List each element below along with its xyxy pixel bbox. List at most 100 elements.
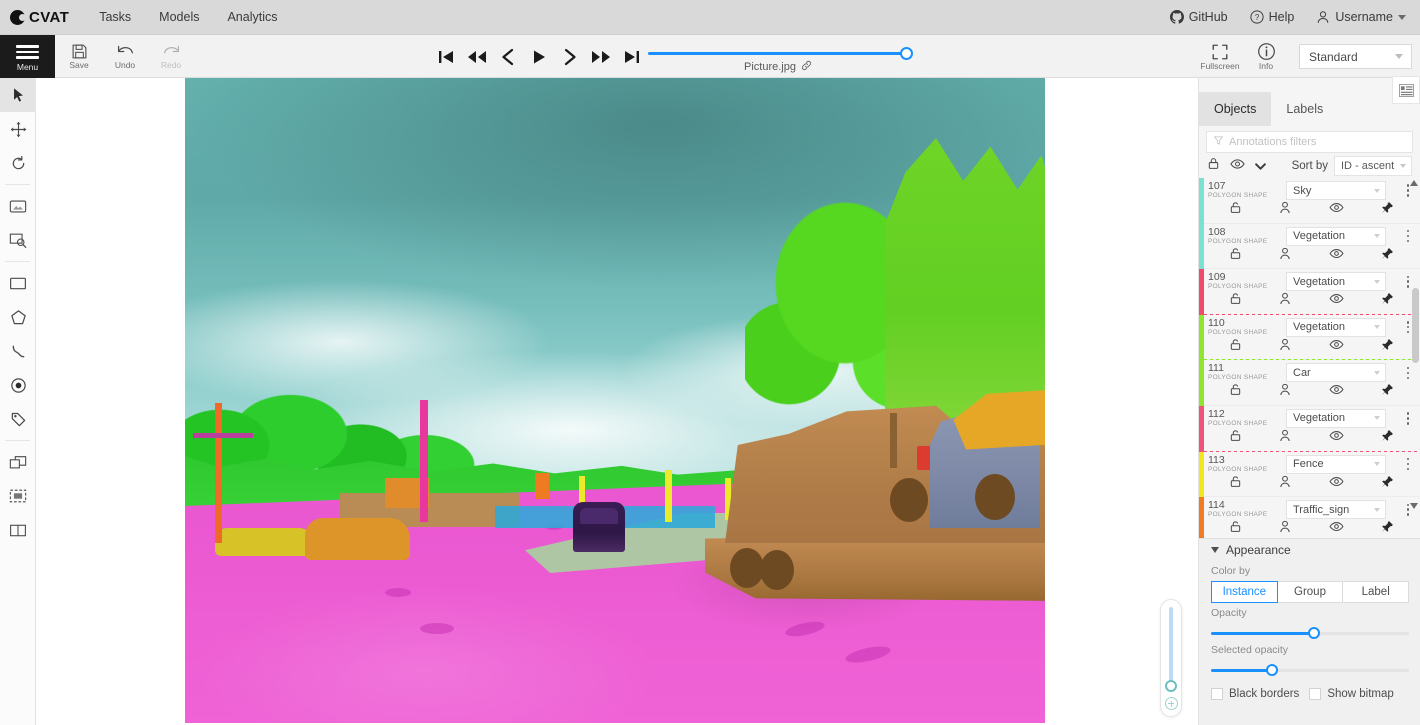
eye-icon[interactable]: [1329, 430, 1344, 441]
scroll-down-icon[interactable]: [1410, 503, 1418, 509]
table-row[interactable]: 110POLYGON SHAPEVegetation: [1199, 315, 1420, 361]
eye-icon[interactable]: [1329, 476, 1344, 487]
table-row[interactable]: 112POLYGON SHAPEVegetation: [1199, 406, 1420, 452]
eye-icon[interactable]: [1329, 202, 1344, 213]
split-tool[interactable]: [0, 513, 36, 547]
unlock-icon[interactable]: [1229, 520, 1242, 533]
pin-icon[interactable]: [1381, 201, 1394, 214]
draw-tag-tool[interactable]: [0, 402, 36, 436]
workspace-select[interactable]: Standard: [1299, 44, 1412, 69]
forward-jump-button[interactable]: [587, 42, 615, 72]
selected-opacity-thumb[interactable]: [1266, 664, 1278, 676]
object-label-select[interactable]: Traffic_sign: [1286, 500, 1386, 519]
segmented-image[interactable]: [185, 78, 1045, 723]
object-label-select[interactable]: Sky: [1286, 181, 1386, 200]
help-link[interactable]: ? Help: [1250, 10, 1295, 24]
person-icon[interactable]: [1279, 338, 1291, 351]
previous-frame-button[interactable]: [494, 42, 522, 72]
unlock-icon[interactable]: [1229, 383, 1242, 396]
eye-icon[interactable]: [1329, 521, 1344, 532]
unlock-icon[interactable]: [1229, 201, 1242, 214]
color-by-instance-button[interactable]: Instance: [1211, 581, 1278, 603]
fit-image-tool[interactable]: [0, 189, 36, 223]
object-label-select[interactable]: Vegetation: [1286, 318, 1386, 337]
show-bitmap-checkbox[interactable]: Show bitmap: [1309, 688, 1393, 700]
person-icon[interactable]: [1279, 383, 1291, 396]
sort-by-select[interactable]: ID - ascent: [1334, 156, 1412, 176]
nav-item-tasks[interactable]: Tasks: [99, 10, 131, 24]
person-icon[interactable]: [1279, 520, 1291, 533]
person-icon[interactable]: [1279, 292, 1291, 305]
redo-button[interactable]: Redo: [148, 35, 194, 78]
person-icon[interactable]: [1279, 429, 1291, 442]
color-by-label-button[interactable]: Label: [1342, 581, 1409, 603]
github-link[interactable]: GitHub: [1170, 10, 1228, 24]
info-button[interactable]: Info: [1243, 35, 1289, 78]
eye-icon[interactable]: [1329, 248, 1344, 259]
pin-icon[interactable]: [1381, 429, 1394, 442]
person-icon[interactable]: [1279, 201, 1291, 214]
opacity-slider[interactable]: [1211, 627, 1409, 640]
collapse-sidebar-button[interactable]: [1392, 76, 1420, 104]
black-borders-checkbox[interactable]: Black borders: [1211, 688, 1299, 700]
chevron-down-icon[interactable]: [1398, 15, 1406, 20]
next-frame-button[interactable]: [556, 42, 584, 72]
tab-labels[interactable]: Labels: [1271, 92, 1338, 126]
zoom-slider-thumb[interactable]: [1165, 680, 1177, 692]
table-row[interactable]: 114POLYGON SHAPETraffic_sign: [1199, 497, 1420, 543]
object-label-select[interactable]: Fence: [1286, 455, 1386, 474]
table-row[interactable]: 107POLYGON SHAPESky: [1199, 178, 1420, 224]
eye-icon[interactable]: [1329, 293, 1344, 304]
nav-item-models[interactable]: Models: [159, 10, 199, 24]
undo-button[interactable]: Undo: [102, 35, 148, 78]
nav-item-analytics[interactable]: Analytics: [227, 10, 277, 24]
cvat-logo[interactable]: CVAT: [10, 9, 69, 26]
frame-slider[interactable]: Picture.jpg: [648, 35, 918, 78]
save-button[interactable]: Save: [56, 35, 102, 78]
pin-icon[interactable]: [1381, 475, 1394, 488]
unlock-icon[interactable]: [1229, 247, 1242, 260]
appearance-header[interactable]: Appearance: [1199, 539, 1420, 561]
object-label-select[interactable]: Vegetation: [1286, 409, 1386, 428]
pin-icon[interactable]: [1381, 338, 1394, 351]
link-icon[interactable]: [801, 60, 812, 74]
unlock-icon[interactable]: [1229, 475, 1242, 488]
user-menu[interactable]: Username: [1316, 10, 1406, 24]
table-row[interactable]: 113POLYGON SHAPEFence: [1199, 452, 1420, 498]
select-region-tool[interactable]: [0, 223, 36, 257]
eye-icon[interactable]: [1329, 339, 1344, 350]
merge-tool[interactable]: [0, 445, 36, 479]
person-icon[interactable]: [1279, 247, 1291, 260]
rotate-tool[interactable]: [0, 146, 36, 180]
annotation-canvas[interactable]: [36, 78, 1198, 725]
tab-objects[interactable]: Objects: [1199, 92, 1271, 126]
last-frame-button[interactable]: [618, 42, 646, 72]
expand-all-icon[interactable]: [1255, 157, 1266, 175]
pin-icon[interactable]: [1381, 383, 1394, 396]
table-row[interactable]: 108POLYGON SHAPEVegetation: [1199, 224, 1420, 270]
play-button[interactable]: [525, 42, 553, 72]
table-row[interactable]: 109POLYGON SHAPEVegetation: [1199, 269, 1420, 315]
fullscreen-button[interactable]: Fullscreen: [1197, 35, 1243, 78]
draw-polygon-tool[interactable]: [0, 300, 36, 334]
eye-icon[interactable]: [1329, 384, 1344, 395]
cursor-tool[interactable]: [0, 78, 36, 112]
opacity-thumb[interactable]: [1308, 627, 1320, 639]
menu-button[interactable]: Menu: [0, 35, 55, 78]
scroll-up-icon[interactable]: [1410, 180, 1418, 186]
draw-rectangle-tool[interactable]: [0, 266, 36, 300]
unlock-icon[interactable]: [1229, 292, 1242, 305]
unlock-icon[interactable]: [1229, 429, 1242, 442]
pin-icon[interactable]: [1381, 520, 1394, 533]
hide-all-icon[interactable]: [1230, 157, 1245, 175]
frame-slider-thumb[interactable]: [900, 47, 913, 60]
canvas-zoom-slider[interactable]: [1160, 599, 1182, 717]
pin-icon[interactable]: [1381, 292, 1394, 305]
draw-points-tool[interactable]: [0, 368, 36, 402]
object-label-select[interactable]: Vegetation: [1286, 227, 1386, 246]
zoom-reset-icon[interactable]: [1165, 697, 1178, 710]
color-by-group-button[interactable]: Group: [1277, 581, 1344, 603]
draw-polyline-tool[interactable]: [0, 334, 36, 368]
back-jump-button[interactable]: [463, 42, 491, 72]
move-tool[interactable]: [0, 112, 36, 146]
